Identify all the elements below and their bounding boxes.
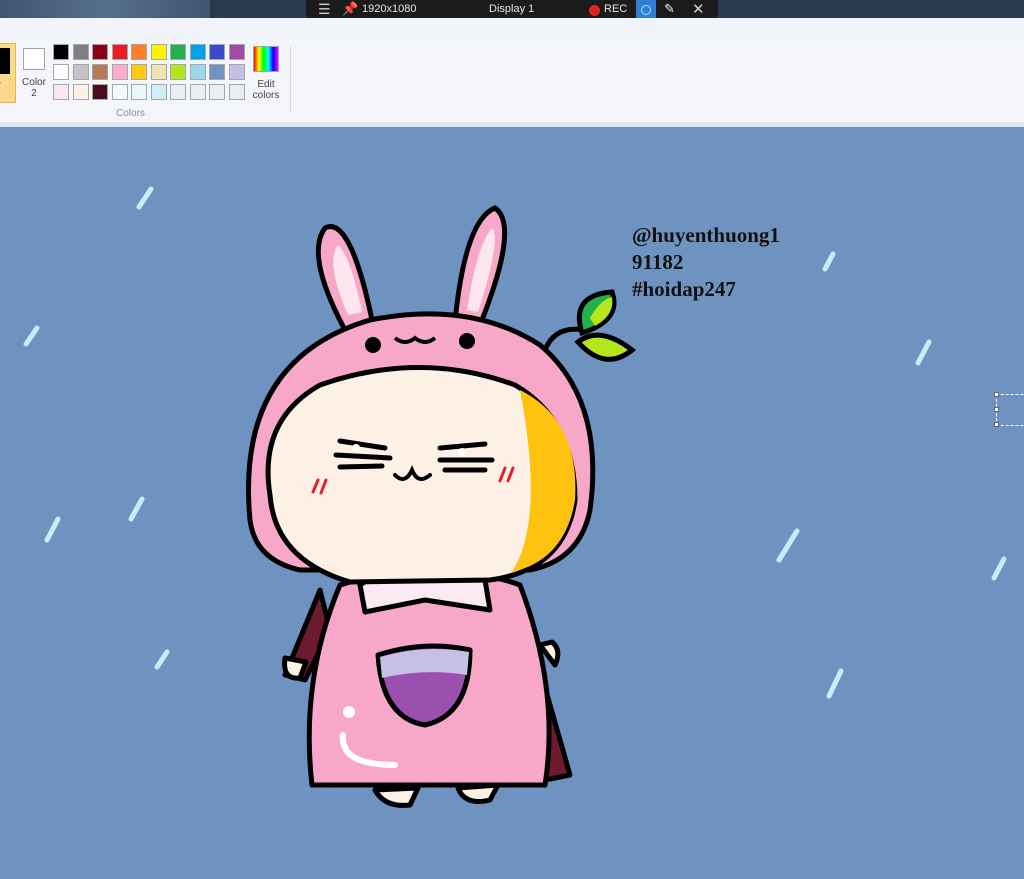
edit-colors-label: Edit colors [252, 79, 280, 101]
palette-swatch[interactable] [131, 64, 147, 80]
watermark-line: 91182 [632, 250, 684, 274]
palette-swatch[interactable] [111, 64, 128, 80]
blurred-taskbar [0, 0, 210, 18]
rainbow-icon [253, 46, 279, 72]
colors-group-label: Colors [116, 108, 145, 119]
color2-label: Color 2 [22, 77, 46, 99]
palette-swatch[interactable] [72, 84, 89, 100]
sprout-leaf-icon [542, 289, 637, 362]
palette-swatch[interactable] [92, 44, 108, 60]
palette-swatch[interactable] [53, 64, 69, 80]
resolution-label[interactable]: 1920x1080 [362, 3, 416, 15]
color1-button[interactable]: or [0, 43, 16, 103]
bunny-drawing [23, 186, 1007, 808]
display-label[interactable]: Display 1 [489, 3, 534, 15]
bunny-ears [315, 205, 508, 334]
color1-label: or [0, 80, 1, 91]
rec-label[interactable]: REC [604, 3, 627, 15]
palette-swatch[interactable] [150, 84, 167, 100]
palette-swatch[interactable] [209, 44, 225, 60]
palette-swatch[interactable] [111, 44, 128, 60]
palette-swatch[interactable] [170, 64, 186, 80]
pin-icon[interactable]: 📌 [342, 1, 358, 17]
color-palette [53, 44, 249, 104]
palette-swatch[interactable] [209, 84, 225, 100]
color2-swatch [23, 48, 45, 70]
ribbon-separator [290, 46, 291, 112]
palette-swatch[interactable] [209, 64, 225, 80]
palette-swatch[interactable] [53, 44, 69, 60]
palette-swatch[interactable] [150, 44, 167, 60]
camera-icon[interactable] [636, 0, 656, 20]
selection-handle[interactable] [994, 407, 999, 412]
color1-swatch [0, 48, 10, 74]
palette-swatch[interactable] [150, 64, 167, 80]
palette-swatch[interactable] [189, 84, 206, 100]
palette-swatch[interactable] [228, 64, 245, 80]
record-icon[interactable] [589, 5, 600, 16]
palette-swatch[interactable] [53, 84, 69, 100]
selection-handle[interactable] [994, 422, 999, 427]
close-icon[interactable]: ✕ [692, 0, 705, 18]
menu-icon[interactable]: ☰ [318, 1, 331, 18]
recording-toolbar: ☰ 📌 1920x1080 Display 1 REC ✎ ✕ [306, 0, 718, 20]
palette-swatch[interactable] [189, 64, 206, 80]
palette-swatch[interactable] [92, 84, 108, 100]
palette-swatch[interactable] [92, 64, 108, 80]
selection-handle[interactable] [994, 392, 999, 397]
watermark-line: #hoidap247 [632, 277, 736, 301]
palette-swatch[interactable] [170, 44, 186, 60]
color2-button[interactable]: Color 2 [19, 46, 49, 99]
selection-box[interactable] [994, 392, 1024, 427]
pencil-icon[interactable]: ✎ [664, 1, 675, 17]
palette-swatch[interactable] [228, 44, 245, 60]
watermark-text: @huyenthuong1 91182 #hoidap247 [632, 222, 780, 303]
palette-swatch[interactable] [170, 84, 186, 100]
palette-swatch[interactable] [72, 44, 89, 60]
palette-swatch[interactable] [111, 84, 128, 100]
palette-swatch[interactable] [228, 84, 245, 100]
palette-swatch[interactable] [131, 84, 147, 100]
ribbon-tab-strip [0, 18, 1024, 41]
watermark-line: @huyenthuong1 [632, 223, 780, 247]
palette-swatch[interactable] [189, 44, 206, 60]
bunny-body [282, 567, 573, 808]
palette-swatch[interactable] [72, 64, 89, 80]
palette-swatch[interactable] [131, 44, 147, 60]
edit-colors-button[interactable]: Edit colors [252, 46, 280, 101]
